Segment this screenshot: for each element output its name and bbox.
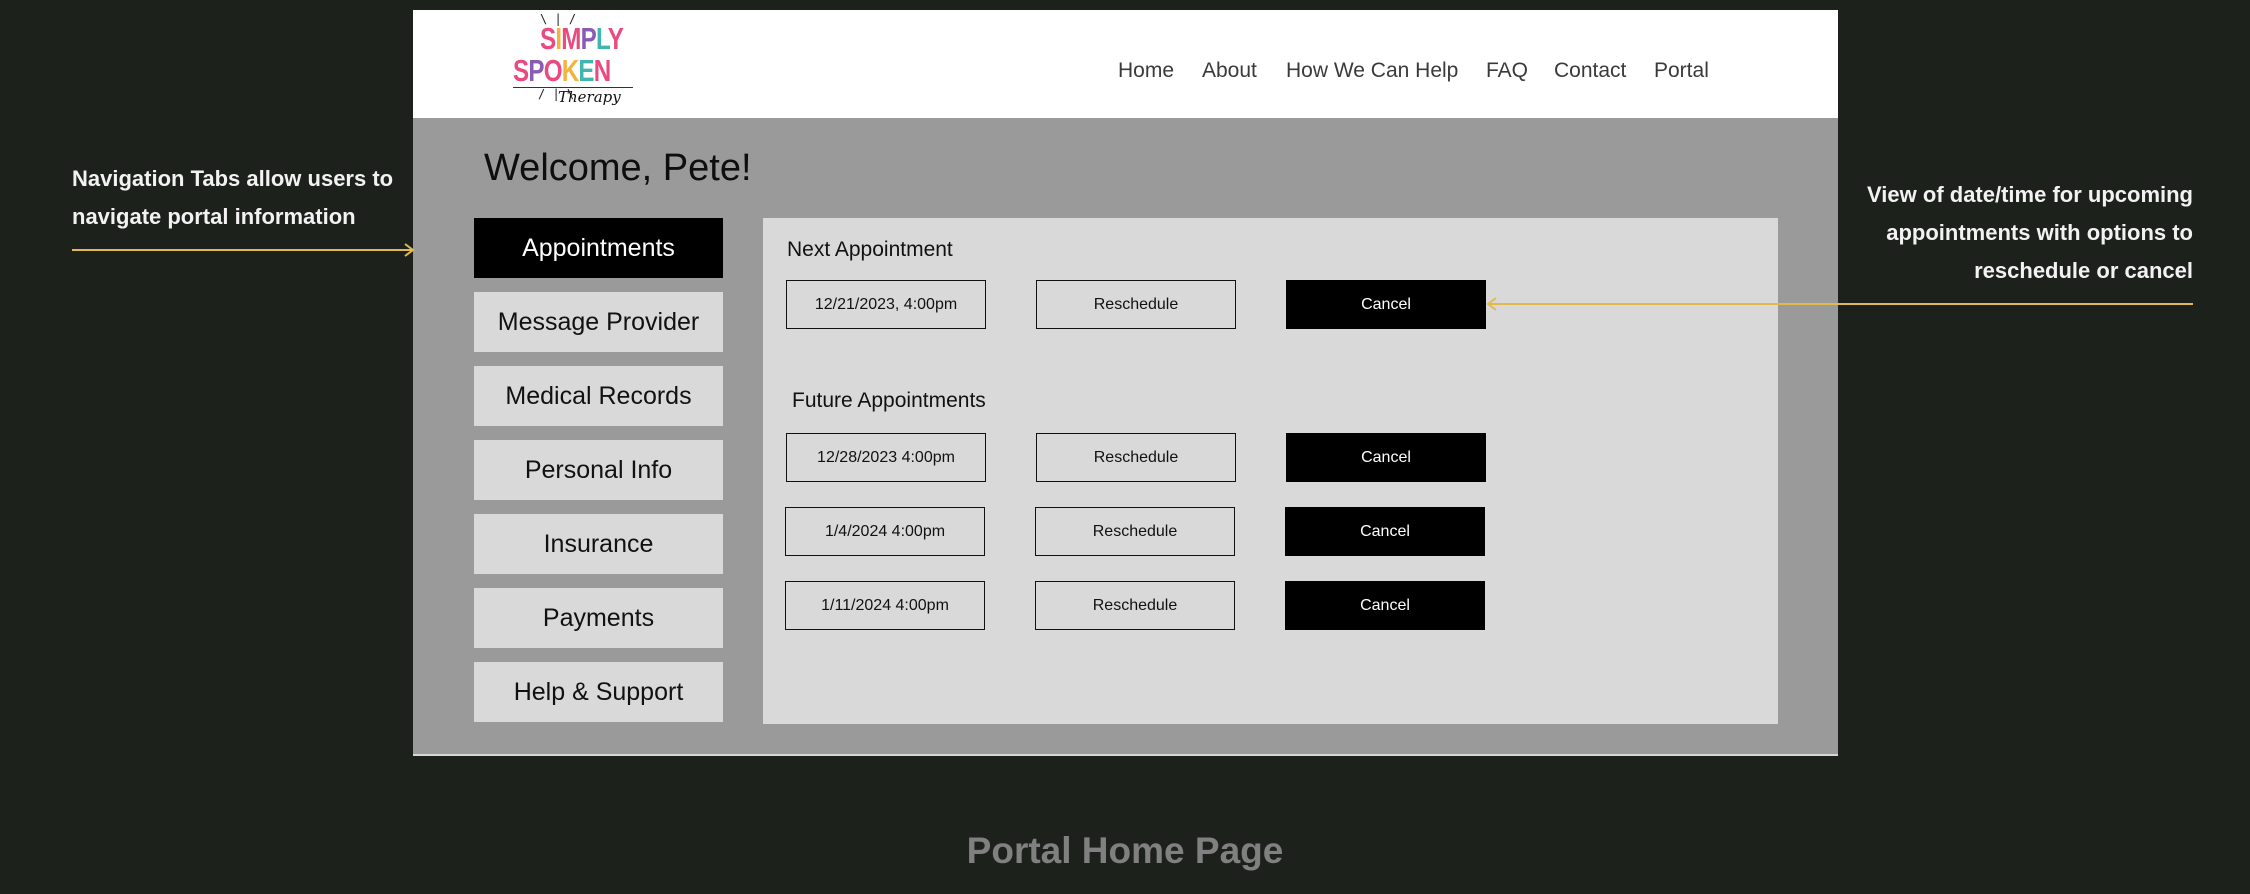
future-appointment-date: 1/11/2024 4:00pm [785, 581, 985, 630]
reschedule-button[interactable]: Reschedule [1035, 507, 1235, 556]
nav-portal[interactable]: Portal [1654, 59, 1709, 83]
annotation-left-arrow-icon [72, 243, 415, 257]
logo-letter: P [528, 53, 544, 88]
annotation-left: Navigation Tabs allow users to navigate … [72, 160, 432, 236]
cancel-button[interactable]: Cancel [1286, 280, 1486, 329]
next-appointment-heading: Next Appointment [787, 238, 953, 261]
future-appointment-date: 12/28/2023 4:00pm [786, 433, 986, 482]
logo-letter: S [540, 21, 556, 56]
tab-personal-info[interactable]: Personal Info [474, 440, 723, 500]
tab-message-provider[interactable]: Message Provider [474, 292, 723, 352]
annotation-right-line: View of date/time for upcoming [1867, 182, 2193, 207]
reschedule-button[interactable]: Reschedule [1036, 433, 1236, 482]
logo-letter: K [561, 53, 579, 88]
frame-bottom-border [413, 754, 1838, 756]
annotation-right-arrow-icon [1486, 297, 2193, 311]
logo-letter: L [596, 21, 609, 56]
annotation-left-line: navigate portal information [72, 204, 356, 229]
future-appointments-heading: Future Appointments [792, 389, 986, 412]
tab-insurance[interactable]: Insurance [474, 514, 723, 574]
nav-faq[interactable]: FAQ [1486, 59, 1528, 83]
next-appointment-date: 12/21/2023, 4:00pm [786, 280, 986, 329]
page-caption: Portal Home Page [966, 830, 1284, 871]
tab-medical-records[interactable]: Medical Records [474, 366, 723, 426]
cancel-button[interactable]: Cancel [1285, 581, 1485, 630]
reschedule-button[interactable]: Reschedule [1036, 280, 1236, 329]
logo-letter: S [513, 53, 529, 88]
tab-help-support[interactable]: Help & Support [474, 662, 723, 722]
welcome-heading: Welcome, Pete! [484, 147, 752, 189]
logo-line-2: SPOKEN [513, 53, 611, 88]
logo-letter: P [580, 21, 597, 56]
annotation-right-line: appointments with options to [1886, 220, 2193, 245]
tab-payments[interactable]: Payments [474, 588, 723, 648]
cancel-button[interactable]: Cancel [1286, 433, 1486, 482]
logo-letter: Y [607, 21, 624, 56]
reschedule-button[interactable]: Reschedule [1035, 581, 1235, 630]
logo-letter: E [578, 53, 594, 88]
logo-tagline: Therapy [558, 88, 621, 106]
site-header: \ | / SIMPLY SPOKEN / | \ Therapy Home A… [413, 10, 1838, 118]
portal-mockup: \ | / SIMPLY SPOKEN / | \ Therapy Home A… [413, 10, 1838, 755]
logo-line-1: SIMPLY [540, 21, 624, 56]
annotation-right: View of date/time for upcoming appointme… [1773, 176, 2193, 290]
logo-letter: O [543, 53, 563, 88]
nav-about[interactable]: About [1202, 59, 1257, 83]
logo-letter: N [593, 53, 611, 88]
simply-spoken-logo[interactable]: \ | / SIMPLY SPOKEN / | \ Therapy [510, 12, 640, 110]
cancel-button[interactable]: Cancel [1285, 507, 1485, 556]
logo-letter: M [561, 21, 581, 56]
annotation-right-line: reschedule or cancel [1974, 258, 2193, 283]
nav-contact[interactable]: Contact [1554, 59, 1626, 83]
future-appointment-date: 1/4/2024 4:00pm [785, 507, 985, 556]
appointments-panel: Next Appointment 12/21/2023, 4:00pm Resc… [763, 218, 1778, 724]
nav-how-we-can-help[interactable]: How We Can Help [1286, 59, 1458, 83]
tab-appointments[interactable]: Appointments [474, 218, 723, 278]
annotation-left-line: Navigation Tabs allow users to [72, 166, 394, 191]
nav-home[interactable]: Home [1118, 59, 1174, 83]
